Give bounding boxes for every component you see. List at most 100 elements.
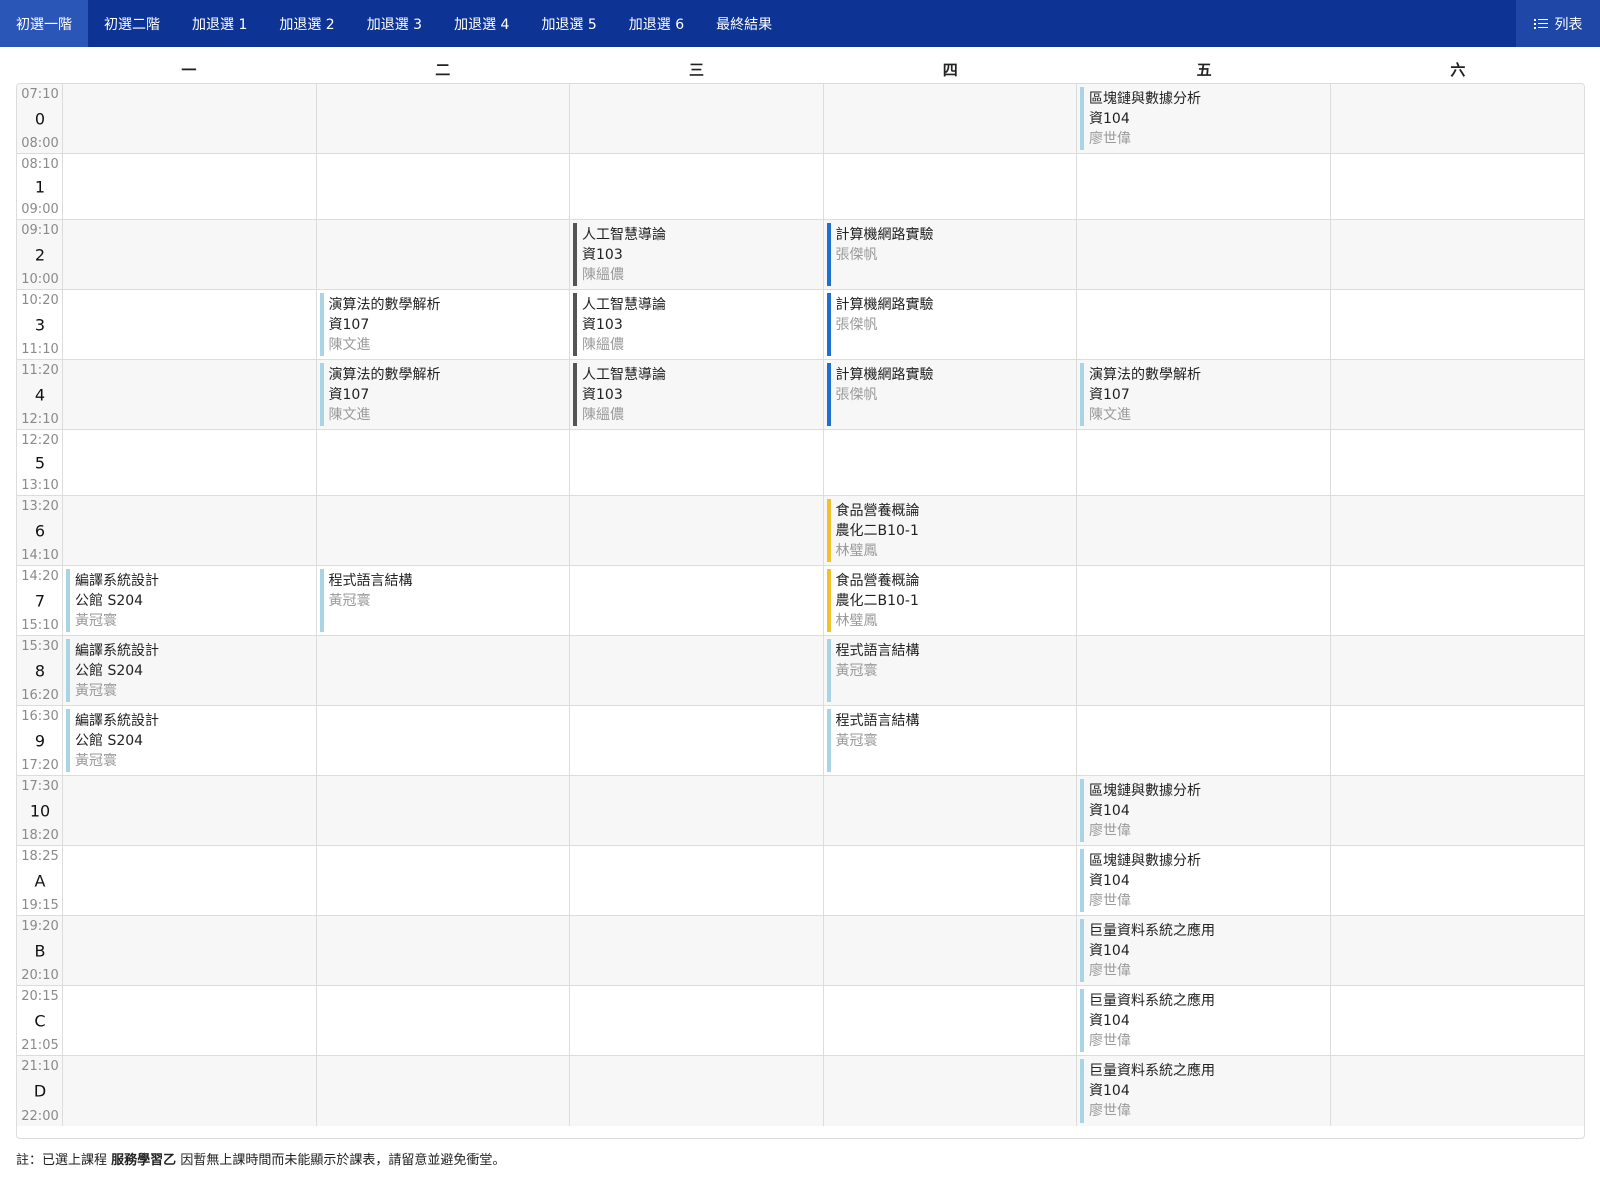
timetable-cell — [1331, 360, 1585, 429]
course-teacher: 陳縕儂 — [582, 267, 624, 283]
period-start-time: 15:30 — [21, 639, 59, 654]
course-name: 程式語言結構 — [328, 573, 413, 589]
course-block[interactable]: 編譯系統設計 公館 S204 黃冠寰 — [66, 639, 313, 702]
timetable-cell — [63, 916, 317, 985]
course-block[interactable]: 區塊鏈與數據分析 資104 廖世偉 — [1080, 779, 1327, 842]
timetable-cell — [1331, 430, 1585, 495]
timetable-cell — [317, 430, 570, 495]
course-block[interactable]: 程式語言結構 黃冠寰 — [826, 639, 1074, 702]
course-name: 計算機網路實驗 — [835, 297, 934, 313]
timetable-cell — [1077, 290, 1331, 359]
tab-4[interactable]: 加退選 3 — [351, 0, 438, 47]
course-block[interactable]: 演算法的數學解析 資107 陳文進 — [319, 293, 567, 356]
course-block[interactable]: 巨量資料系統之應用 資104 廖世偉 — [1080, 1059, 1327, 1123]
course-block[interactable]: 程式語言結構 黃冠寰 — [319, 569, 567, 632]
course-block[interactable]: 巨量資料系統之應用 資104 廖世偉 — [1080, 989, 1327, 1052]
course-block[interactable]: 計算機網路實驗 張傑帆 — [826, 293, 1074, 356]
period-row: 15:30 8 16:20 編譯系統設計 公館 S204 黃冠寰 程式語言結構 黃冠寰 — [17, 636, 1584, 706]
course-block[interactable]: 食品營養概論 農化二B10-1 林璧鳳 — [826, 499, 1074, 562]
period-number: 9 — [34, 731, 46, 750]
timetable-cell — [63, 360, 317, 429]
period-number: 5 — [34, 453, 46, 472]
course-block[interactable]: 人工智慧導論 資103 陳縕儂 — [573, 223, 820, 286]
period-end-time: 14:10 — [21, 548, 59, 563]
weekday-label: 五 — [1196, 61, 1212, 79]
course-name: 演算法的數學解析 — [328, 297, 441, 313]
tab-8[interactable]: 最終結果 — [700, 0, 788, 47]
timetable-cell — [317, 496, 570, 565]
timetable-cell — [1077, 706, 1331, 775]
weekday-header: 一二三四五六 — [62, 58, 1585, 82]
course-teacher: 黃冠寰 — [835, 663, 878, 679]
course-name: 演算法的數學解析 — [1089, 367, 1201, 383]
period-end-time: 19:15 — [21, 898, 59, 913]
course-teacher: 陳文進 — [328, 337, 371, 353]
course-teacher: 廖世偉 — [1089, 893, 1131, 909]
tab-5[interactable]: 加退選 4 — [438, 0, 525, 47]
course-teacher: 張傑帆 — [835, 387, 878, 403]
period-time-cell: 20:15 C 21:05 — [17, 986, 63, 1055]
timetable-cell: 區塊鏈與數據分析 資104 廖世偉 — [1077, 846, 1331, 915]
tab-0[interactable]: 初選一階 — [0, 0, 88, 47]
timetable-cell — [570, 154, 824, 219]
timetable-cell — [1331, 84, 1585, 153]
course-block[interactable]: 人工智慧導論 資103 陳縕儂 — [573, 363, 820, 426]
course-name: 演算法的數學解析 — [328, 367, 441, 383]
period-row: 21:10 D 22:00 巨量資料系統之應用 資104 廖世偉 — [17, 1056, 1584, 1126]
course-block[interactable]: 編譯系統設計 公館 S204 黃冠寰 — [66, 569, 313, 632]
period-end-time: 16:20 — [21, 688, 59, 703]
period-row: 09:10 2 10:00 人工智慧導論 資103 陳縕儂 計算機網路實驗 張傑帆 — [17, 220, 1584, 290]
tab-3[interactable]: 加退選 2 — [263, 0, 350, 47]
tab-2[interactable]: 加退選 1 — [176, 0, 263, 47]
course-teacher: 廖世偉 — [1089, 1033, 1131, 1049]
course-block[interactable]: 編譯系統設計 公館 S204 黃冠寰 — [66, 709, 313, 772]
timetable-cell — [317, 706, 570, 775]
period-row: 10:20 3 11:10 演算法的數學解析 資107 陳文進 人工智慧導論 資103 陳縕儂 計… — [17, 290, 1584, 360]
tab-7[interactable]: 加退選 6 — [613, 0, 700, 47]
course-block[interactable]: 程式語言結構 黃冠寰 — [826, 709, 1074, 772]
timetable-cell: 程式語言結構 黃冠寰 — [317, 566, 570, 635]
timetable-cell — [570, 636, 824, 705]
timetable-cell — [570, 706, 824, 775]
period-number: 3 — [34, 315, 46, 334]
period-end-time: 22:00 — [21, 1109, 59, 1124]
course-name: 人工智慧導論 — [582, 297, 666, 313]
timetable-cell: 人工智慧導論 資103 陳縕儂 — [570, 220, 824, 289]
course-block[interactable]: 人工智慧導論 資103 陳縕儂 — [573, 293, 820, 356]
top-nav-bar: 初選一階 初選二階 加退選 1 加退選 2 加退選 3 加退選 4 加退選 5 加退選 6 最終… — [0, 0, 1600, 47]
course-block[interactable]: 演算法的數學解析 資107 陳文進 — [1080, 363, 1327, 426]
period-start-time: 17:30 — [21, 779, 59, 794]
weekday-label: 六 — [1450, 61, 1466, 79]
tab-6[interactable]: 加退選 5 — [525, 0, 612, 47]
period-number: D — [33, 1081, 47, 1101]
period-end-time: 15:10 — [21, 618, 59, 633]
list-view-button[interactable]: 列表 — [1516, 0, 1600, 47]
period-number: 2 — [34, 245, 46, 264]
timetable-cell — [317, 916, 570, 985]
course-name: 計算機網路實驗 — [835, 227, 934, 243]
course-block[interactable]: 區塊鏈與數據分析 資104 廖世偉 — [1080, 849, 1327, 912]
period-time-cell: 13:20 6 14:10 — [17, 496, 63, 565]
period-end-time: 10:00 — [21, 272, 59, 287]
course-block[interactable]: 巨量資料系統之應用 資104 廖世偉 — [1080, 919, 1327, 982]
course-teacher: 廖世偉 — [1089, 963, 1131, 979]
period-time-cell: 07:10 0 08:00 — [17, 84, 63, 153]
course-block[interactable]: 計算機網路實驗 張傑帆 — [826, 363, 1074, 426]
course-block[interactable]: 計算機網路實驗 張傑帆 — [826, 223, 1074, 286]
course-block[interactable]: 演算法的數學解析 資107 陳文進 — [319, 363, 567, 426]
period-row: 07:10 0 08:00 區塊鏈與數據分析 資104 廖世偉 — [17, 84, 1584, 154]
course-teacher: 陳文進 — [1089, 407, 1131, 423]
timetable-cell — [1331, 496, 1585, 565]
course-teacher: 陳文進 — [328, 407, 371, 423]
weekday-label: 二 — [435, 61, 451, 79]
course-block[interactable]: 食品營養概論 農化二B10-1 林璧鳳 — [826, 569, 1074, 632]
period-time-cell: 15:30 8 16:20 — [17, 636, 63, 705]
timetable-cell — [1077, 496, 1331, 565]
course-block[interactable]: 區塊鏈與數據分析 資104 廖世偉 — [1080, 87, 1327, 150]
period-time-cell: 12:20 5 13:10 — [17, 430, 63, 495]
period-number: B — [34, 941, 46, 960]
tab-1[interactable]: 初選二階 — [88, 0, 176, 47]
course-name: 食品營養概論 — [835, 573, 920, 589]
course-teacher: 林璧鳳 — [835, 613, 878, 629]
timetable-cell — [317, 776, 570, 845]
